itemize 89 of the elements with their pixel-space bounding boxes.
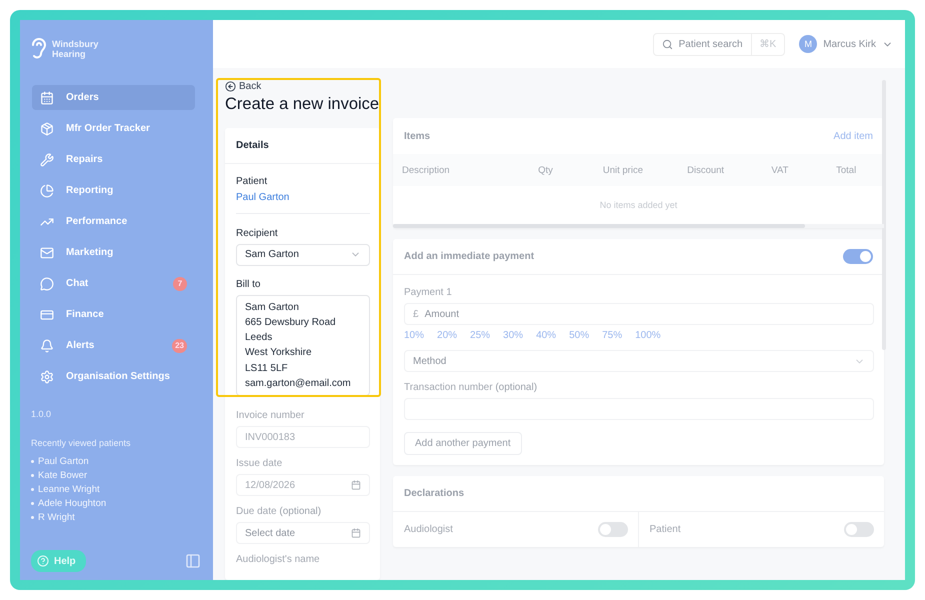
field-label: Bill to [236,278,262,290]
card-title: Add an immediate payment [404,251,534,262]
sidebar-item[interactable]: Chat 7 [32,271,195,296]
method-select[interactable]: Method [404,350,874,372]
sidebar-item[interactable]: Marketing [32,240,195,265]
card-title: Items [404,130,430,142]
bill-to-field[interactable]: Sam Garton 665 Dewsbury Road Leeds West Yorkshire LS11 5LF sam.garton@email.com [236,294,370,396]
recent-patient-link[interactable]: Leanne Wright [38,484,100,495]
add-payment-button[interactable]: Add another payment [404,432,522,455]
bullet-dot [31,516,34,519]
card-title: Declarations [404,488,464,499]
field-label: Recipient [236,228,279,239]
column-header: Unit price [602,164,644,176]
empty-message: No items added yet [598,199,678,212]
issue-date-field[interactable]: 12/08/2026 [236,474,370,496]
back-link[interactable]: Back [225,80,380,94]
field-label: Audiologist's name [236,554,321,565]
bullet-dot [31,474,34,477]
add-item-link[interactable]: Add item [834,130,873,142]
help-button[interactable]: Help [31,550,86,572]
declaration-toggle[interactable] [844,522,874,537]
amount-field[interactable]: £ Amount [404,303,874,325]
toggle-label: Audiologist [404,524,453,535]
toggle-label: Patient [650,524,681,535]
chat-icon [40,276,54,290]
field-label: Transaction number (optional) [404,382,538,393]
card-title: Details [236,140,269,151]
sidebar-item[interactable]: Performance [32,209,195,234]
calendar-icon [351,528,361,538]
percent-link[interactable]: 10% [404,330,424,341]
due-date-field[interactable]: Select date [236,522,370,544]
calendar-icon [351,480,361,490]
field-label: Due date (optional) [236,506,322,517]
sidebar-item[interactable]: Mfr Order Tracker [32,116,195,141]
sidebar-item[interactable]: Repairs [32,147,195,172]
search-icon [662,38,673,50]
percent-link[interactable]: 25% [470,330,490,341]
finance-icon [40,308,54,322]
column-header: Description [402,164,451,176]
field-label: Issue date [236,458,284,469]
count-badge: 23 [172,338,187,352]
percent-link[interactable]: 30% [503,330,524,341]
column-header: Total [836,164,858,176]
column-header: VAT [771,164,790,176]
recent-heading: Recently viewed patients [30,438,132,448]
bullet-dot [31,460,34,463]
sidebar-item[interactable]: Finance [32,302,195,327]
field-label: Invoice number [236,410,306,421]
settings-icon [40,370,54,384]
reporting-icon [40,184,54,198]
column-header: Qty [538,164,554,176]
bullet-dot [31,488,34,491]
percent-link[interactable]: 40% [536,330,556,341]
invoice-number-field[interactable]: INV000183 [236,426,370,448]
tracker-icon [40,122,54,136]
recent-patient-link[interactable]: Kate Bower [38,470,88,481]
column-header: Discount [687,164,726,176]
percent-link[interactable]: 20% [437,330,458,341]
count-badge: 7 [173,276,187,290]
declaration-toggle[interactable] [598,522,628,537]
field-label: Patient [236,176,268,187]
user-name[interactable]: Marcus Kirk [823,38,876,50]
percent-link[interactable]: 100% [635,330,661,341]
bullet-dot [31,502,34,505]
page-title: Create a new invoice [225,95,380,116]
alerts-icon [40,338,54,352]
marketing-icon [40,246,54,260]
percent-link[interactable]: 50% [569,330,590,341]
shortcut-key: ⌘K [750,34,784,54]
brand-name: Windsbury Hearing [52,39,98,59]
sidebar-item[interactable]: Alerts 23 [32,333,195,358]
patient-link[interactable]: Paul Garton [236,192,370,203]
recent-patient-link[interactable]: Adele Houghton [38,498,106,509]
recent-patient-link[interactable]: Paul Garton [38,456,89,467]
recent-patient-link[interactable]: R Wright [38,512,75,523]
payment-toggle[interactable] [843,249,873,264]
collapse-sidebar-icon[interactable] [185,553,201,569]
help-icon [37,555,49,567]
percent-link[interactable]: 75% [602,330,622,341]
sidebar-item[interactable]: Reporting [32,178,195,203]
sidebar-item[interactable]: Orders [32,85,195,110]
field-label: Payment 1 [404,287,453,298]
repairs-icon [40,152,54,166]
version-label: 1.0.0 [30,409,52,419]
sidebar-item[interactable]: Organisation Settings [32,364,195,389]
avatar[interactable]: M [799,35,818,53]
recipient-select[interactable]: Sam Garton [236,244,370,266]
patient-search-field[interactable]: Patient search ⌘K [652,32,786,56]
orders-icon [40,90,54,104]
